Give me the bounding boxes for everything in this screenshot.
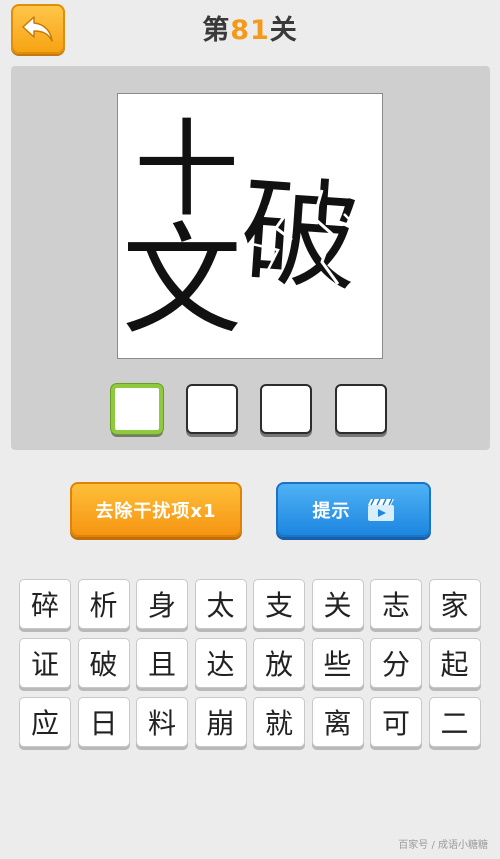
answer-slot-1[interactable]: [111, 384, 163, 434]
char-tile[interactable]: 分: [370, 638, 422, 688]
char-tile[interactable]: 志: [370, 579, 422, 629]
title-prefix: 第: [202, 15, 231, 46]
char-tile[interactable]: 二: [428, 697, 481, 747]
char-tile[interactable]: 可: [370, 697, 422, 747]
page-title: 第81关: [0, 8, 500, 47]
char-tile[interactable]: 放: [253, 638, 305, 688]
answer-slot-2[interactable]: [186, 384, 238, 434]
char-tile[interactable]: 料: [136, 697, 188, 747]
remove-distractor-label: 去除干扰项x1: [95, 500, 217, 522]
char-tile[interactable]: 日: [77, 697, 130, 747]
puzzle-char-po: 破: [236, 162, 363, 308]
hint-button[interactable]: 提示: [276, 482, 431, 537]
watermark: 百家号 / 成语小糖糖: [398, 840, 488, 851]
char-tile[interactable]: 证: [19, 638, 71, 688]
char-tile[interactable]: 家: [428, 579, 481, 629]
answer-slot-4[interactable]: [335, 384, 387, 434]
char-tile[interactable]: 达: [194, 638, 247, 688]
puzzle-picture: 十 文 破: [122, 109, 364, 351]
puzzle-image: 十 文 破: [117, 93, 383, 359]
char-tile[interactable]: 离: [311, 697, 364, 747]
char-tile[interactable]: 起: [428, 638, 481, 688]
puzzle-char-wen: 文: [122, 212, 242, 351]
char-tile[interactable]: 身: [136, 579, 188, 629]
char-tile[interactable]: 且: [136, 638, 188, 688]
candidate-grid: 碎 析 身 太 支 关 志 家 证 破 且 达 放 些 分 起 应 日 料 崩 …: [19, 579, 483, 747]
char-tile[interactable]: 些: [311, 638, 364, 688]
hint-label: 提示: [312, 500, 351, 522]
remove-distractor-button[interactable]: 去除干扰项x1: [70, 482, 242, 537]
level-number: 81: [230, 15, 270, 46]
answer-slot-3[interactable]: [260, 384, 312, 434]
char-tile[interactable]: 崩: [194, 697, 247, 747]
char-tile[interactable]: 支: [253, 579, 305, 629]
title-suffix: 关: [269, 15, 298, 46]
char-tile[interactable]: 关: [311, 579, 364, 629]
char-tile[interactable]: 太: [194, 579, 247, 629]
char-tile[interactable]: 应: [19, 697, 71, 747]
char-tile[interactable]: 破: [77, 638, 130, 688]
video-clapper-icon: [367, 498, 394, 521]
char-tile[interactable]: 析: [77, 579, 130, 629]
char-tile[interactable]: 就: [253, 697, 305, 747]
char-tile[interactable]: 碎: [19, 579, 71, 629]
